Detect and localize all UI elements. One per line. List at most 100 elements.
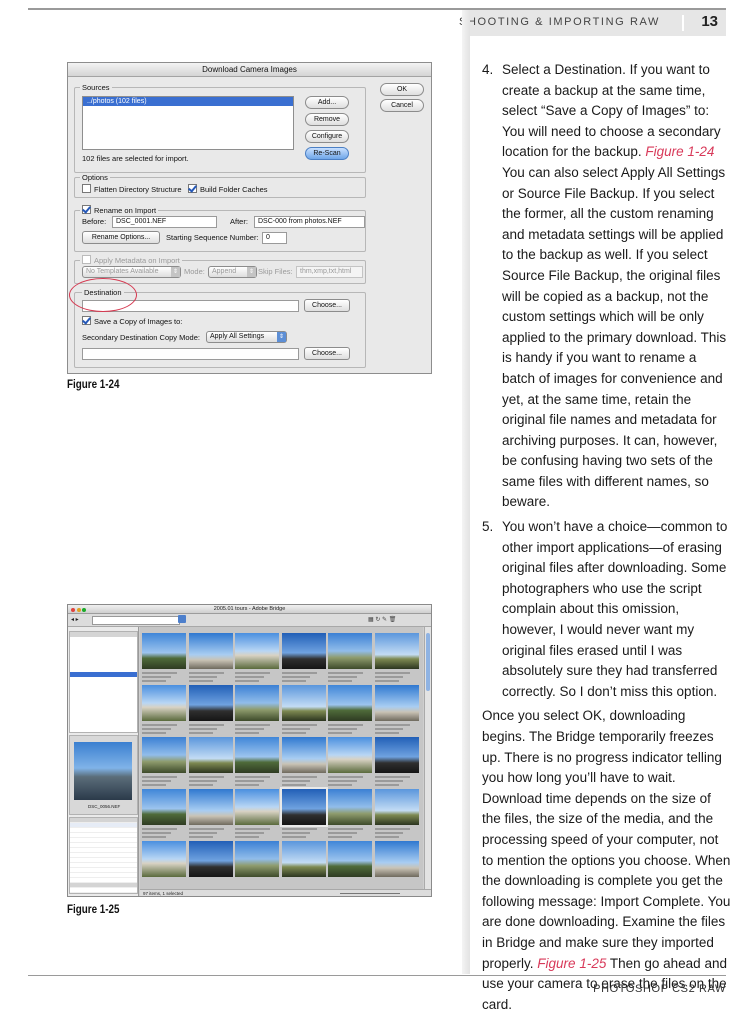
figure-1-25-reference[interactable]: Figure 1-25 bbox=[537, 956, 606, 971]
select-arrow-icon: ⇕ bbox=[171, 267, 180, 277]
templates-select[interactable]: No Templates Available ⇕ bbox=[82, 266, 181, 278]
mode-select[interactable]: Append ⇕ bbox=[208, 266, 257, 278]
download-camera-images-dialog: Download Camera Images Sources ../photos… bbox=[67, 62, 432, 374]
flatten-label: Flatten Directory Structure bbox=[94, 185, 182, 194]
thumbnail-grid bbox=[140, 627, 423, 889]
apply-metadata-checkbox-box[interactable] bbox=[82, 255, 91, 264]
closing-text-a: Once you select OK, downloading begins. … bbox=[482, 708, 731, 971]
bridge-title-bar: 2005.01 tours - Adobe Bridge bbox=[68, 605, 431, 614]
secondary-mode-label: Secondary Destination Copy Mode: bbox=[82, 333, 200, 342]
choose-secondary-button[interactable]: Choose... bbox=[304, 347, 350, 360]
after-field[interactable]: DSC-000 from photos.NEF bbox=[254, 216, 365, 228]
apply-metadata-checkbox[interactable]: Apply Metadata on Import bbox=[80, 255, 182, 265]
rename-checkbox[interactable]: Rename on Import bbox=[80, 205, 159, 215]
thumbnail-size-slider[interactable] bbox=[340, 893, 400, 894]
preview-filename: DSC_0056.NEF bbox=[88, 804, 121, 809]
add-button[interactable]: Add... bbox=[305, 96, 349, 109]
rename-checkbox-box[interactable] bbox=[82, 205, 91, 214]
thumbnail[interactable] bbox=[188, 841, 233, 877]
thumbnail[interactable] bbox=[374, 737, 419, 773]
running-footer: PHOTOSHOP CS2 RAW bbox=[593, 983, 726, 995]
minimize-window-icon[interactable] bbox=[76, 607, 81, 612]
thumbnail[interactable] bbox=[328, 633, 372, 669]
flatten-checkbox-box[interactable] bbox=[82, 184, 91, 193]
thumbnail-scrollbar[interactable] bbox=[424, 627, 431, 889]
skip-files-label: Skip Files: bbox=[258, 267, 293, 276]
thumbnail[interactable] bbox=[142, 841, 186, 877]
bridge-path-field[interactable] bbox=[92, 616, 180, 625]
thumbnail[interactable] bbox=[279, 787, 328, 827]
step-5: 5. You won’t have a choice—common to oth… bbox=[482, 517, 732, 702]
choose-destination-button[interactable]: Choose... bbox=[304, 299, 350, 312]
toolbar-icons[interactable]: ▦ ↻ ✎ 🗑 bbox=[368, 616, 396, 623]
thumbnail[interactable] bbox=[142, 633, 186, 669]
rescan-button[interactable]: Re-Scan bbox=[305, 147, 349, 160]
thumbnail[interactable] bbox=[235, 633, 279, 669]
save-copy-checkbox-box[interactable] bbox=[82, 316, 91, 325]
thumbnail[interactable] bbox=[235, 841, 279, 877]
dialog-title: Download Camera Images bbox=[68, 63, 431, 77]
build-caches-checkbox-box[interactable] bbox=[188, 184, 197, 193]
thumbnail[interactable] bbox=[374, 789, 419, 825]
starting-sequence-label: Starting Sequence Number: bbox=[166, 233, 259, 242]
thumbnail[interactable] bbox=[188, 685, 233, 721]
figure-1-24-reference[interactable]: Figure 1-24 bbox=[645, 144, 714, 159]
running-head: SHOOTING & IMPORTING RAW bbox=[459, 16, 660, 28]
source-item[interactable]: ../photos (102 files) bbox=[83, 97, 293, 106]
secondary-mode-select[interactable]: Apply All Settings ⇕ bbox=[206, 331, 287, 343]
path-dropdown-icon[interactable] bbox=[178, 615, 186, 623]
thumbnail[interactable] bbox=[188, 633, 233, 669]
thumbnail[interactable] bbox=[374, 841, 419, 877]
flatten-checkbox[interactable]: Flatten Directory Structure bbox=[82, 184, 182, 194]
thumbnail[interactable] bbox=[281, 737, 326, 773]
destination-highlight-circle bbox=[69, 278, 137, 312]
sources-list[interactable]: ../photos (102 files) bbox=[82, 96, 294, 150]
metadata-panel bbox=[69, 817, 138, 894]
starting-sequence-field[interactable]: 0 bbox=[262, 232, 287, 244]
thumbnail[interactable] bbox=[235, 737, 279, 773]
ok-button[interactable]: OK bbox=[380, 83, 424, 96]
options-label: Options bbox=[80, 173, 110, 182]
zoom-window-icon[interactable] bbox=[82, 607, 86, 612]
thumbnail[interactable] bbox=[188, 789, 233, 825]
thumbnail[interactable] bbox=[328, 789, 372, 825]
save-copy-checkbox[interactable]: Save a Copy of Images to: bbox=[82, 316, 182, 326]
mode-label: Mode: bbox=[184, 267, 205, 276]
before-field[interactable]: DSC_0001.NEF bbox=[112, 216, 217, 228]
thumbnail[interactable] bbox=[281, 633, 326, 669]
thumbnail[interactable] bbox=[142, 685, 186, 721]
folders-panel[interactable] bbox=[69, 631, 138, 733]
thumbnail[interactable] bbox=[328, 685, 372, 721]
thumbnail[interactable] bbox=[374, 633, 419, 669]
thumbnail[interactable] bbox=[328, 737, 372, 773]
thumbnail[interactable] bbox=[142, 737, 186, 773]
thumbnail[interactable] bbox=[188, 737, 233, 773]
page-number: 13 bbox=[701, 13, 718, 30]
templates-select-value: No Templates Available bbox=[86, 268, 159, 275]
rename-options-button[interactable]: Rename Options... bbox=[82, 231, 160, 244]
thumbnail[interactable] bbox=[235, 789, 279, 825]
secondary-path-field[interactable] bbox=[82, 348, 299, 360]
bridge-status-bar: 97 items, 1 selected bbox=[140, 889, 431, 896]
back-forward-icon[interactable]: ◂ ▸ bbox=[71, 616, 79, 623]
thumbnail[interactable] bbox=[142, 789, 186, 825]
apply-metadata-label: Apply Metadata on Import bbox=[94, 256, 180, 265]
build-caches-checkbox[interactable]: Build Folder Caches bbox=[188, 184, 268, 194]
adobe-bridge-window: 2005.01 tours - Adobe Bridge ◂ ▸ ▦ ↻ ✎ 🗑… bbox=[67, 604, 432, 897]
thumbnail[interactable] bbox=[328, 841, 372, 877]
thumbnail[interactable] bbox=[281, 841, 326, 877]
cancel-button[interactable]: Cancel bbox=[380, 99, 424, 112]
thumbnail[interactable] bbox=[374, 685, 419, 721]
skip-files-field[interactable]: thm,xmp,txt,html bbox=[296, 266, 363, 278]
thumbnail[interactable] bbox=[281, 685, 326, 721]
sources-label: Sources bbox=[80, 83, 112, 92]
preview-image bbox=[74, 742, 132, 800]
step-5-text: You won’t have a choice—common to other … bbox=[502, 519, 728, 699]
rename-label: Rename on Import bbox=[94, 206, 157, 215]
close-window-icon[interactable] bbox=[71, 607, 75, 612]
configure-button[interactable]: Configure bbox=[305, 130, 349, 143]
thumbnail[interactable] bbox=[235, 685, 279, 721]
page-header: SHOOTING & IMPORTING RAW 13 bbox=[0, 0, 754, 38]
remove-button[interactable]: Remove bbox=[305, 113, 349, 126]
step-5-number: 5. bbox=[482, 519, 494, 535]
